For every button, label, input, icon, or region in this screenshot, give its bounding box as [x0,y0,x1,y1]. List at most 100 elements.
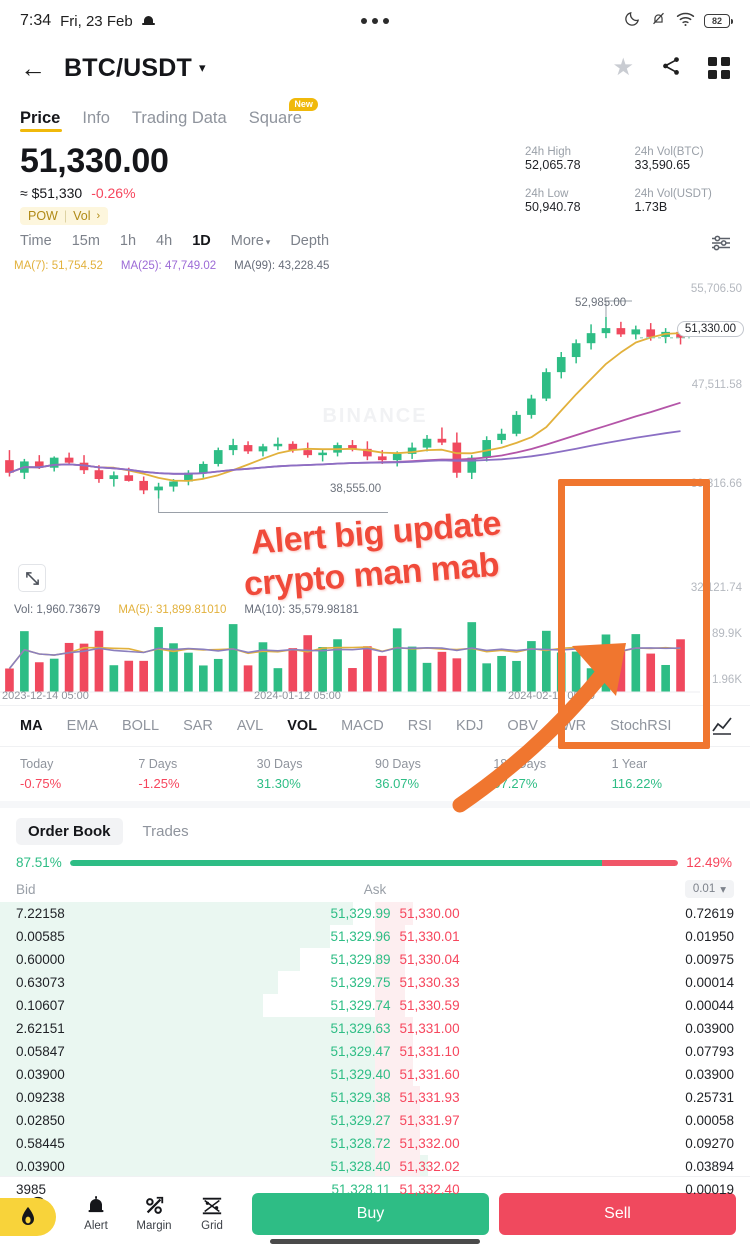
ask-price: 51,330.01 [399,929,460,945]
change-value: 36.07% [375,776,420,792]
bottom-alert-button[interactable]: Alert [72,1195,120,1232]
timeframe-more-label: More [230,233,264,250]
ask-price: 51,330.59 [399,998,460,1014]
expand-icon[interactable] [18,564,46,593]
star-icon[interactable]: ★ [612,56,634,80]
date-tick: 2023-12-14 05:00 [2,690,89,703]
order-book-section: Order Book Trades 87.51% 12.49% Bid Ask … [0,801,750,1236]
indicator-avl[interactable]: AVL [237,718,263,734]
column-header-ask: Ask [363,881,387,897]
table-row[interactable]: 0.03900 51,329.40 51,331.60 0.03900 [0,1063,750,1087]
ask-price: 51,332.02 [399,1159,460,1175]
timeframe-depth[interactable]: Depth [290,233,329,249]
price-summary: 51,330.00 ≈ $51,330 -0.26% POW | Vol › 2… [0,132,750,226]
chart-settings-icon[interactable] [710,234,732,252]
stat-24h-vol-usdt: 24h Vol(USDT) 1.73B [635,188,731,226]
table-row[interactable]: 0.60000 51,329.89 51,330.04 0.00975 [0,948,750,972]
table-row[interactable]: 0.10607 51,329.74 51,330.59 0.00044 [0,994,750,1018]
indicator-kdj[interactable]: KDJ [456,718,483,734]
timeframe-more[interactable]: More ▾ [231,233,271,249]
bell-muted-icon [650,10,667,32]
indicator-obv[interactable]: OBV [507,718,538,734]
volume-chart[interactable]: Vol: 1,960.73679 MA(5): 31,899.81010 MA(… [0,600,750,705]
grid-bot-icon [201,1195,223,1217]
stat-value: 52,065.78 [525,158,581,172]
indicator-sar[interactable]: SAR [183,718,213,734]
grid-icon[interactable] [708,57,730,79]
order-book-rows[interactable]: 7.22158 51,329.99 51,330.00 0.72619 0.00… [0,902,750,1202]
chevron-down-icon: ▾ [720,884,726,897]
ma-legend: MA(7): 51,754.52 MA(25): 47,749.02 MA(99… [14,260,329,272]
chevron-down-icon[interactable]: ▾ [199,60,206,76]
pow-vol-pill[interactable]: POW | Vol › [20,207,109,226]
home-indicator [270,1239,480,1244]
bid-amount: 3985 [16,1182,47,1198]
line-chart-icon[interactable] [712,717,732,735]
last-price: 51,330.00 [20,142,169,180]
timeframe-1d[interactable]: 1D [192,233,211,249]
bottom-margin-button[interactable]: Margin [130,1195,178,1232]
sell-button[interactable]: Sell [499,1192,736,1235]
ask-amount: 0.09270 [685,1136,734,1152]
buy-button[interactable]: Buy [252,1192,489,1235]
ask-amount: 0.00019 [685,1182,734,1198]
indicator-ema[interactable]: EMA [67,718,98,734]
table-row[interactable]: 0.63073 51,329.75 51,330.33 0.00014 [0,971,750,995]
status-bar-left: 7:34 Fri, 23 Feb [20,12,155,30]
ask-price: 51,330.33 [399,975,460,991]
page-title[interactable]: BTC/USDT [64,54,192,83]
indicator-ma[interactable]: MA [20,718,43,734]
binance-watermark: BINANCE [322,405,427,428]
bid-price: 51,328.72 [330,1136,391,1152]
bottom-item-label: Grid [201,1220,223,1232]
indicator-rsi[interactable]: RSI [408,718,432,734]
tab-info[interactable]: Info [82,109,110,132]
table-row[interactable]: 7.22158 51,329.99 51,330.00 0.72619 [0,902,750,926]
table-row[interactable]: 0.00585 51,329.96 51,330.01 0.01950 [0,925,750,949]
indicator-stochrsi[interactable]: StochRSI [610,718,671,734]
indicator-wr[interactable]: WR [562,718,586,734]
volume-axis-tick: 1.96K [711,674,742,687]
share-icon[interactable] [660,55,682,82]
tab-trading-data[interactable]: Trading Data [132,109,227,132]
table-row[interactable]: 0.09238 51,329.38 51,331.93 0.25731 [0,1086,750,1110]
bid-price: 51,328.11 [331,1182,391,1198]
indicator-boll[interactable]: BOLL [122,718,159,734]
ask-price: 51,331.93 [399,1090,460,1106]
timeframe-4h[interactable]: 4h [156,233,172,249]
tab-order-book[interactable]: Order Book [16,818,123,846]
ask-price: 51,332.00 [399,1136,460,1152]
last-price-marker: 51,330.00 [676,321,744,338]
timeframe-15m[interactable]: 15m [72,233,100,249]
tab-square[interactable]: Square New [249,98,318,132]
price-chart[interactable]: MA(7): 51,754.52 MA(25): 47,749.02 MA(99… [0,255,750,813]
timeframe-1h[interactable]: 1h [120,233,136,249]
table-row[interactable]: 0.03900 51,328.40 51,332.02 0.03894 [0,1155,750,1179]
date-tick: 2024-01-12 05:00 [254,690,341,703]
flame-icon[interactable] [0,1198,56,1236]
indicator-vol[interactable]: VOL [287,718,317,734]
watermark-label: BINANCE [322,405,428,428]
indicator-macd[interactable]: MACD [341,718,384,734]
bid-amount: 0.58445 [16,1136,65,1152]
tick-size-selector[interactable]: 0.01 ▾ [684,880,734,899]
main-tabs: Price Info Trading Data Square New [0,94,750,132]
order-book-header: Bid Ask 0.01 ▾ [0,874,750,902]
price-change-pct: -0.26% [91,185,136,202]
timeframe-time[interactable]: Time [20,233,52,249]
wifi-icon [676,11,695,32]
ask-price: 51,330.00 [399,906,460,922]
bottom-grid-button[interactable]: Grid [188,1195,236,1232]
change-today: Today -0.75% [20,757,138,791]
date-tick: 2024-02-10 05:00 [508,690,595,703]
back-arrow-icon[interactable]: ← [20,55,46,81]
table-row[interactable]: 0.05847 51,329.47 51,331.10 0.07793 [0,1040,750,1064]
tab-trades[interactable]: Trades [131,818,201,845]
date-axis: 2023-12-14 05:00 2024-01-12 05:00 2024-0… [0,690,750,704]
table-row[interactable]: 2.62151 51,329.63 51,331.00 0.03900 [0,1017,750,1041]
table-row[interactable]: 0.58445 51,328.72 51,332.00 0.09270 [0,1132,750,1156]
status-bar: 7:34 Fri, 23 Feb 82 [0,0,750,42]
more-dots-icon [361,18,389,24]
table-row[interactable]: 0.02850 51,329.27 51,331.97 0.00058 [0,1109,750,1133]
change-label: Today [20,757,54,772]
